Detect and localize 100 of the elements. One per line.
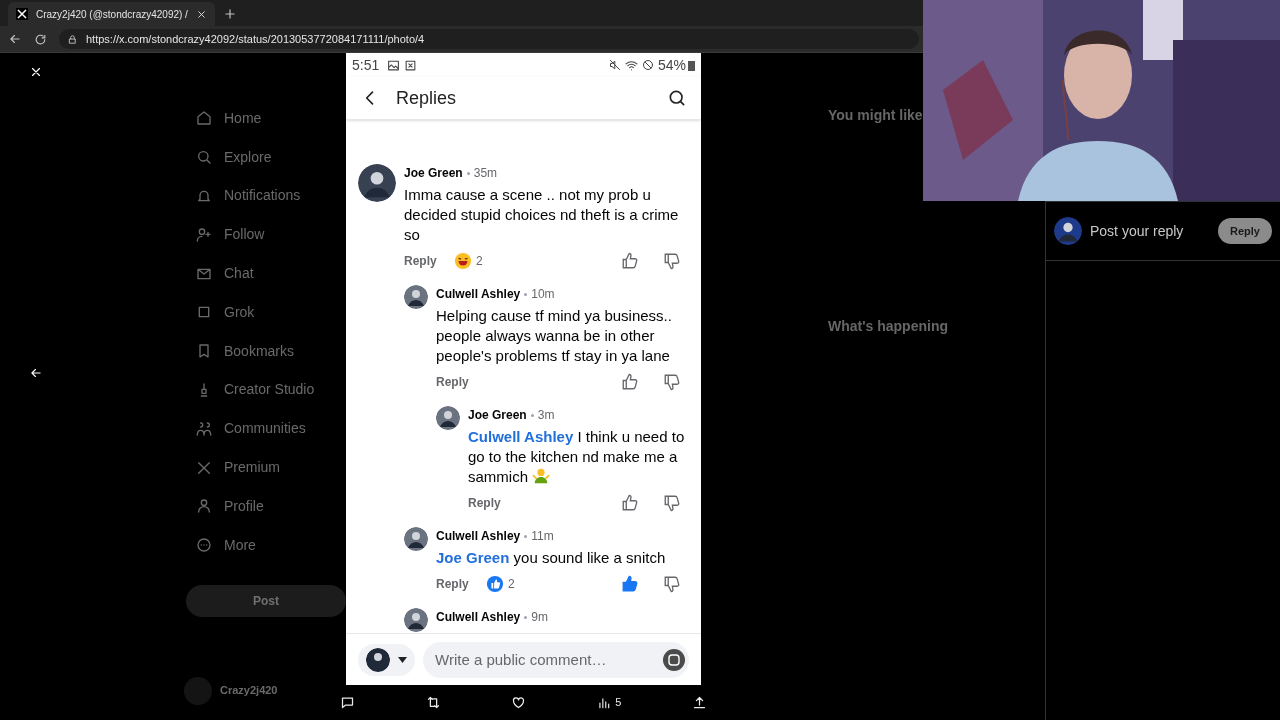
nav-item[interactable]: Communities bbox=[224, 418, 306, 440]
nav-item[interactable]: Explore bbox=[224, 146, 272, 168]
like-button[interactable] bbox=[621, 373, 639, 391]
dislike-button[interactable] bbox=[663, 494, 681, 512]
reply-button[interactable]: Reply bbox=[436, 575, 486, 593]
heart-icon[interactable] bbox=[511, 695, 527, 710]
nav-icon[interactable] bbox=[196, 110, 212, 127]
avatar bbox=[1054, 217, 1082, 245]
section-heading: What's happening bbox=[828, 317, 949, 336]
author-name[interactable]: Culwell Ashley bbox=[436, 285, 521, 303]
search-icon[interactable] bbox=[667, 88, 687, 108]
author-name[interactable]: Culwell Ashley bbox=[436, 527, 521, 545]
previous-arrow-icon[interactable] bbox=[28, 366, 43, 380]
separator-dot bbox=[524, 615, 528, 619]
thumbs-up-icon bbox=[621, 575, 639, 593]
header-title: Replies bbox=[396, 86, 457, 110]
comment-icon[interactable] bbox=[340, 695, 355, 710]
separator-dot bbox=[524, 292, 528, 296]
bar-chart-icon bbox=[597, 695, 612, 710]
dislike-button[interactable] bbox=[663, 575, 681, 593]
nav-icon[interactable] bbox=[196, 343, 212, 360]
avatar bbox=[366, 647, 390, 672]
nav-item[interactable]: Home bbox=[224, 107, 262, 129]
nav-item[interactable]: Bookmarks bbox=[224, 340, 295, 362]
reply-field[interactable]: Post your reply bbox=[1090, 220, 1211, 242]
nav-item[interactable]: Premium bbox=[224, 457, 280, 479]
reload-icon[interactable] bbox=[34, 32, 47, 46]
reply-button[interactable]: Reply bbox=[1218, 217, 1272, 245]
back-icon[interactable] bbox=[8, 32, 22, 46]
new-tab-icon[interactable] bbox=[222, 7, 237, 21]
comment-text: Helping cause tf mind ya business.. people always wanna be in other people's problems tf stay in ya lane bbox=[436, 306, 673, 366]
comment-time: 35m bbox=[473, 165, 498, 182]
nav-icon[interactable] bbox=[196, 420, 212, 437]
reply-button[interactable]: Reply bbox=[404, 252, 454, 270]
comment-text: Imma cause a scene .. not my prob u decided stupid choices nd theft is a crime so bbox=[404, 185, 680, 245]
avatar bbox=[436, 406, 460, 430]
comment-field[interactable]: Write a public comment… bbox=[423, 641, 689, 678]
account-name[interactable]: Crazy2j420 bbox=[220, 682, 278, 699]
close-icon[interactable] bbox=[195, 8, 207, 20]
nav-item[interactable]: Profile bbox=[224, 495, 264, 517]
nav-item[interactable]: Notifications bbox=[224, 185, 301, 207]
thumbs-down-icon bbox=[663, 252, 681, 270]
nav-icon[interactable] bbox=[196, 498, 212, 515]
dislike-button[interactable] bbox=[663, 252, 681, 270]
blocked-icon bbox=[641, 59, 654, 71]
profile-switcher[interactable] bbox=[358, 643, 415, 676]
nav-item[interactable]: More bbox=[224, 534, 256, 556]
thumbs-down-icon bbox=[663, 575, 681, 593]
views-button[interactable]: 5 bbox=[597, 694, 622, 711]
separator-dot bbox=[466, 171, 470, 175]
author-name[interactable]: Joe Green bbox=[468, 406, 527, 424]
lock-icon bbox=[67, 33, 78, 45]
wifi-icon bbox=[624, 58, 638, 72]
nav-icon[interactable] bbox=[196, 149, 212, 166]
mention-link[interactable]: Joe Green bbox=[436, 549, 510, 566]
separator-dot bbox=[524, 534, 528, 538]
x-logo-icon bbox=[16, 8, 28, 20]
avatar bbox=[358, 164, 396, 202]
comment-time: 9m bbox=[531, 609, 548, 626]
like-button[interactable] bbox=[621, 575, 639, 593]
nav-icon[interactable] bbox=[196, 226, 212, 243]
nav-icon[interactable] bbox=[196, 537, 212, 554]
repost-icon[interactable] bbox=[425, 695, 441, 710]
reply-button[interactable]: Reply bbox=[436, 373, 486, 391]
avatar bbox=[404, 285, 428, 309]
nav-item[interactable]: Grok bbox=[224, 301, 255, 323]
comment-time: 3m bbox=[537, 407, 555, 424]
like-button[interactable] bbox=[621, 252, 639, 270]
address-field[interactable]: https://x.com/stondcrazy42092/status/2013053772084171111/photo/4 bbox=[59, 29, 919, 49]
reaction-count: 2 bbox=[508, 576, 515, 593]
thumbs-up-icon bbox=[621, 252, 639, 270]
caret-icon bbox=[398, 656, 407, 663]
avatar bbox=[404, 608, 428, 632]
nav-item[interactable]: Chat bbox=[224, 263, 254, 285]
status-time: 5:51 bbox=[352, 55, 380, 75]
thumbs-up-icon bbox=[621, 494, 639, 512]
reply-button[interactable]: Reply bbox=[468, 494, 518, 512]
nav-item[interactable]: Follow bbox=[224, 224, 265, 246]
nav-icon[interactable] bbox=[196, 459, 212, 476]
thumbs-down-icon bbox=[663, 494, 681, 512]
share-icon[interactable] bbox=[692, 695, 707, 710]
image-icon bbox=[387, 58, 401, 72]
separator-dot bbox=[530, 413, 534, 417]
url-text: https://x.com/stondcrazy42092/status/2013053772084171111/photo/4 bbox=[86, 31, 425, 47]
nav-item[interactable]: Creator Studio bbox=[224, 379, 315, 401]
comment-text: Culwell Ashley I think u need to go to the kitchen nd make me a sammich bbox=[468, 427, 686, 487]
dislike-button[interactable] bbox=[663, 373, 681, 391]
battery-level: 54% bbox=[657, 55, 686, 75]
section-heading: You might like bbox=[828, 106, 924, 125]
like-button[interactable] bbox=[621, 494, 639, 512]
sticker-icon[interactable] bbox=[663, 648, 685, 671]
comment-time: 10m bbox=[531, 286, 555, 303]
thumbs-down-icon bbox=[663, 373, 681, 391]
post-button[interactable]: Post bbox=[186, 584, 346, 617]
mention-link[interactable]: Culwell Ashley bbox=[468, 428, 574, 445]
browser-tab[interactable]: Crazy2j420 (@stondcrazy42092) / bbox=[8, 2, 215, 26]
nav-icon[interactable] bbox=[196, 188, 212, 204]
tab-title: Crazy2j420 (@stondcrazy42092) / bbox=[36, 7, 188, 22]
author-name[interactable]: Culwell Ashley bbox=[436, 608, 521, 626]
author-name[interactable]: Joe Green bbox=[404, 164, 463, 182]
